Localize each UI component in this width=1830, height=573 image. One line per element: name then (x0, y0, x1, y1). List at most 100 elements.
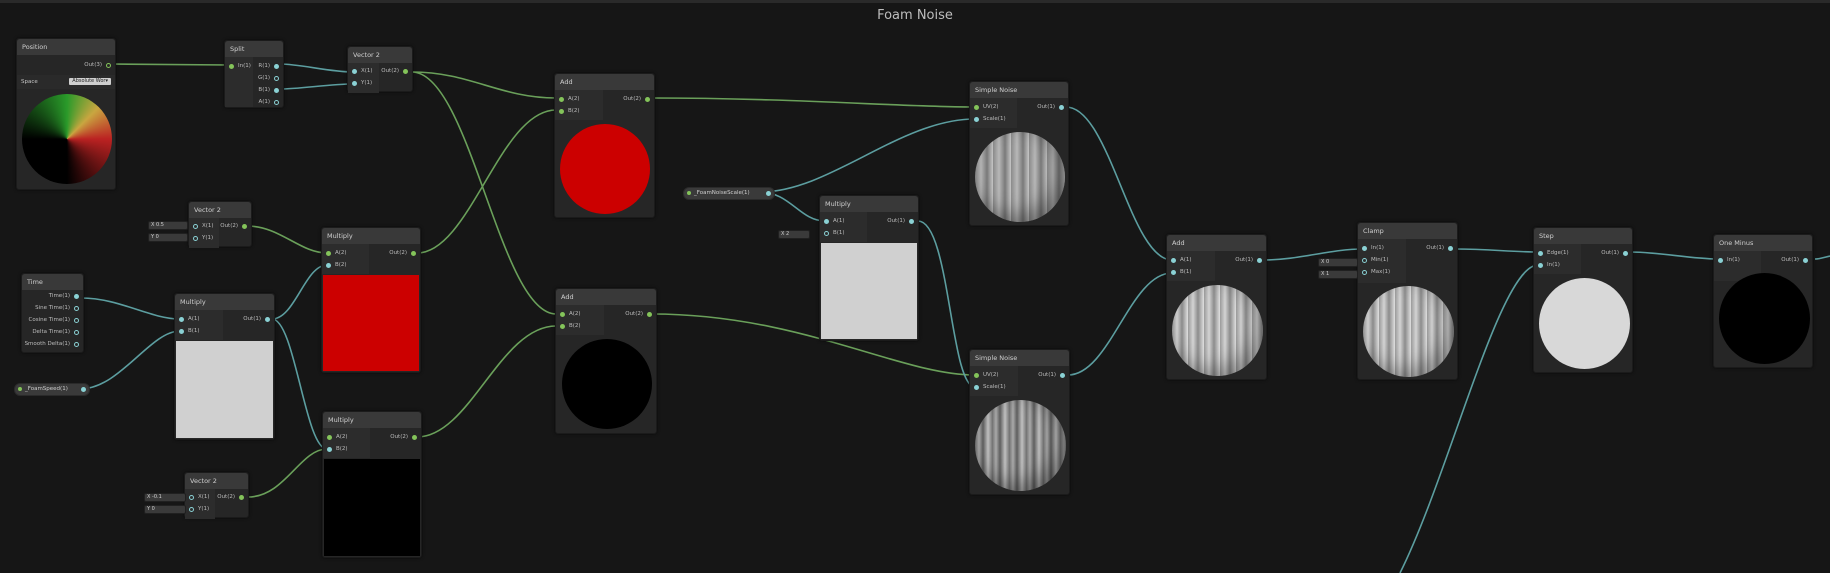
port-in[interactable]: In(1) (229, 61, 251, 71)
port-out[interactable]: Out(1) (1601, 248, 1628, 258)
clamp-max-field[interactable]: X 1 (1318, 270, 1358, 279)
property-foam-noise-scale[interactable]: _FoamNoiseScale(1) (683, 187, 775, 200)
port-out[interactable]: Out(1) (243, 314, 270, 324)
port-out[interactable]: Out(1) (1235, 255, 1262, 265)
port-scale[interactable]: Scale(1) (974, 114, 1006, 124)
node-time[interactable]: Time Time(1) Sine Time(1) Cosine Time(1)… (21, 273, 84, 353)
port-uv[interactable]: UV(2) (974, 370, 999, 380)
node-add-right[interactable]: Add A(1) B(1) Out(1) (1166, 234, 1267, 380)
port-out[interactable]: Out(1) (1037, 102, 1064, 112)
port-x[interactable]: X(1) (189, 492, 210, 502)
port-scale[interactable]: Scale(1) (974, 382, 1006, 392)
port-b[interactable]: B(2) (559, 106, 580, 116)
port-out[interactable]: Out(2) (389, 248, 416, 258)
port-min[interactable]: Min(1) (1362, 255, 1389, 265)
vector2-mid-x-field[interactable]: X 0.5 (148, 221, 188, 230)
vector2-bottom-y-field[interactable]: Y 0 (144, 505, 186, 514)
port-out[interactable]: Out(2) (625, 309, 652, 319)
port-out[interactable]: Out(2) (220, 221, 247, 231)
port-a[interactable]: A(2) (326, 248, 347, 258)
port-y[interactable]: Y(1) (193, 233, 213, 243)
port-time[interactable]: Time(1) (49, 291, 79, 301)
port-g[interactable]: G(1) (258, 73, 279, 83)
port-a[interactable]: A(1) (1171, 255, 1192, 265)
port-y[interactable]: Y(1) (352, 78, 372, 88)
port-a[interactable]: A(1) (179, 314, 200, 324)
port-cosine-time[interactable]: Cosine Time(1) (29, 315, 79, 325)
node-simple-noise-top[interactable]: Simple Noise UV(2) Scale(1) Out(1) (969, 81, 1069, 226)
port-in[interactable]: In(1) (1362, 243, 1384, 253)
vector2-mid-y-field[interactable]: Y 0 (148, 233, 188, 242)
port-in[interactable]: In(1) (1718, 255, 1740, 265)
node-step[interactable]: Step Edge(1) In(1) Out(1) (1533, 227, 1633, 373)
node-split[interactable]: Split In(1) R(1) G(1) B(1) A(1) (224, 40, 284, 108)
port-edge[interactable]: Edge(1) (1538, 248, 1569, 258)
port-b[interactable]: B(1) (258, 85, 279, 95)
wire-noisebottom-add (1067, 272, 1173, 376)
port-out[interactable]: Out(2) (390, 432, 417, 442)
property-foam-speed[interactable]: _FoamSpeed(1) (14, 383, 90, 396)
clamp-min-field[interactable]: X 0 (1318, 258, 1358, 267)
multiply-b-field[interactable]: X 2 (778, 230, 810, 239)
node-title: Vector 2 (348, 47, 412, 63)
port-smooth-delta[interactable]: Smooth Delta(1) (25, 339, 79, 349)
port-a[interactable]: A(2) (559, 94, 580, 104)
port-sine-time[interactable]: Sine Time(1) (35, 303, 79, 313)
graph-canvas[interactable]: Foam Noise Position Out(3) Space Absolut… (0, 0, 1830, 573)
node-multiply-time[interactable]: Multiply A(1) B(1) Out(1) (174, 293, 275, 440)
wire-clamp-step (1454, 248, 1539, 253)
port-out[interactable]: Out(1) (887, 216, 914, 226)
node-multiply-black[interactable]: Multiply A(2) B(2) Out(2) (322, 411, 422, 558)
node-add-top[interactable]: Add A(2) B(2) Out(2) (554, 73, 655, 218)
port-a[interactable]: A(1) (824, 216, 845, 226)
node-preview (556, 121, 653, 216)
node-title: Multiply (323, 412, 421, 428)
node-add-bottom[interactable]: Add A(2) B(2) Out(2) (555, 288, 657, 434)
port-y[interactable]: Y(1) (189, 504, 209, 514)
node-title: Vector 2 (189, 202, 251, 218)
port-a[interactable]: A(2) (560, 309, 581, 319)
node-multiply-scale[interactable]: Multiply A(1) B(1) Out(1) (819, 195, 919, 341)
node-vector2-mid[interactable]: Vector 2 X(1) Y(1) Out(2) (188, 201, 252, 248)
port-max[interactable]: Max(1) (1362, 267, 1390, 277)
port-out[interactable]: Out(2) (381, 66, 408, 76)
port-b[interactable]: B(1) (824, 228, 845, 238)
port-in[interactable]: In(1) (1538, 260, 1560, 270)
port-out[interactable]: Out(1) (1426, 243, 1453, 253)
port-b[interactable]: B(1) (179, 326, 200, 336)
port-b[interactable]: B(2) (560, 321, 581, 331)
node-title: Position (17, 39, 115, 55)
wire-vec2bottom-multiplyblack (247, 448, 328, 498)
black-sphere-preview (1719, 273, 1810, 364)
port-out[interactable]: Out(2) (623, 94, 650, 104)
node-simple-noise-bottom[interactable]: Simple Noise UV(2) Scale(1) Out(1) (969, 349, 1070, 495)
port-b[interactable]: B(1) (1171, 267, 1192, 277)
port-out[interactable]: Out(3) (84, 60, 111, 70)
space-dropdown[interactable]: Absolute Wor▾ (69, 78, 111, 85)
node-vector2-top[interactable]: Vector 2 X(1) Y(1) Out(2) (347, 46, 413, 93)
pill-out-port[interactable] (766, 191, 771, 196)
pill-out-port[interactable] (81, 387, 86, 392)
node-multiply-red[interactable]: Multiply A(2) B(2) Out(2) (321, 227, 421, 373)
port-delta-time[interactable]: Delta Time(1) (32, 327, 79, 337)
node-position[interactable]: Position Out(3) Space Absolute Wor▾ (16, 38, 116, 190)
vector2-bottom-x-field[interactable]: X -0.1 (144, 493, 186, 502)
port-a[interactable]: A(2) (327, 432, 348, 442)
node-preview (1359, 284, 1456, 378)
port-x[interactable]: X(1) (352, 66, 373, 76)
node-vector2-bottom[interactable]: Vector 2 X(1) Y(1) Out(2) (184, 472, 249, 519)
node-clamp[interactable]: Clamp In(1) Min(1) Max(1) Out(1) (1357, 222, 1458, 380)
port-b[interactable]: B(2) (327, 444, 348, 454)
graph-title: Foam Noise (877, 8, 953, 23)
port-r[interactable]: R(1) (258, 61, 279, 71)
port-uv[interactable]: UV(2) (974, 102, 999, 112)
node-one-minus[interactable]: One Minus In(1) Out(1) (1713, 234, 1813, 368)
node-title: Step (1534, 228, 1632, 244)
port-out[interactable]: Out(1) (1038, 370, 1065, 380)
port-out[interactable]: Out(2) (217, 492, 244, 502)
wire-noisetop-add (1065, 106, 1173, 261)
port-out[interactable]: Out(1) (1781, 255, 1808, 265)
port-x[interactable]: X(1) (193, 221, 214, 231)
port-b[interactable]: B(2) (326, 260, 347, 270)
port-a[interactable]: A(1) (258, 97, 279, 107)
